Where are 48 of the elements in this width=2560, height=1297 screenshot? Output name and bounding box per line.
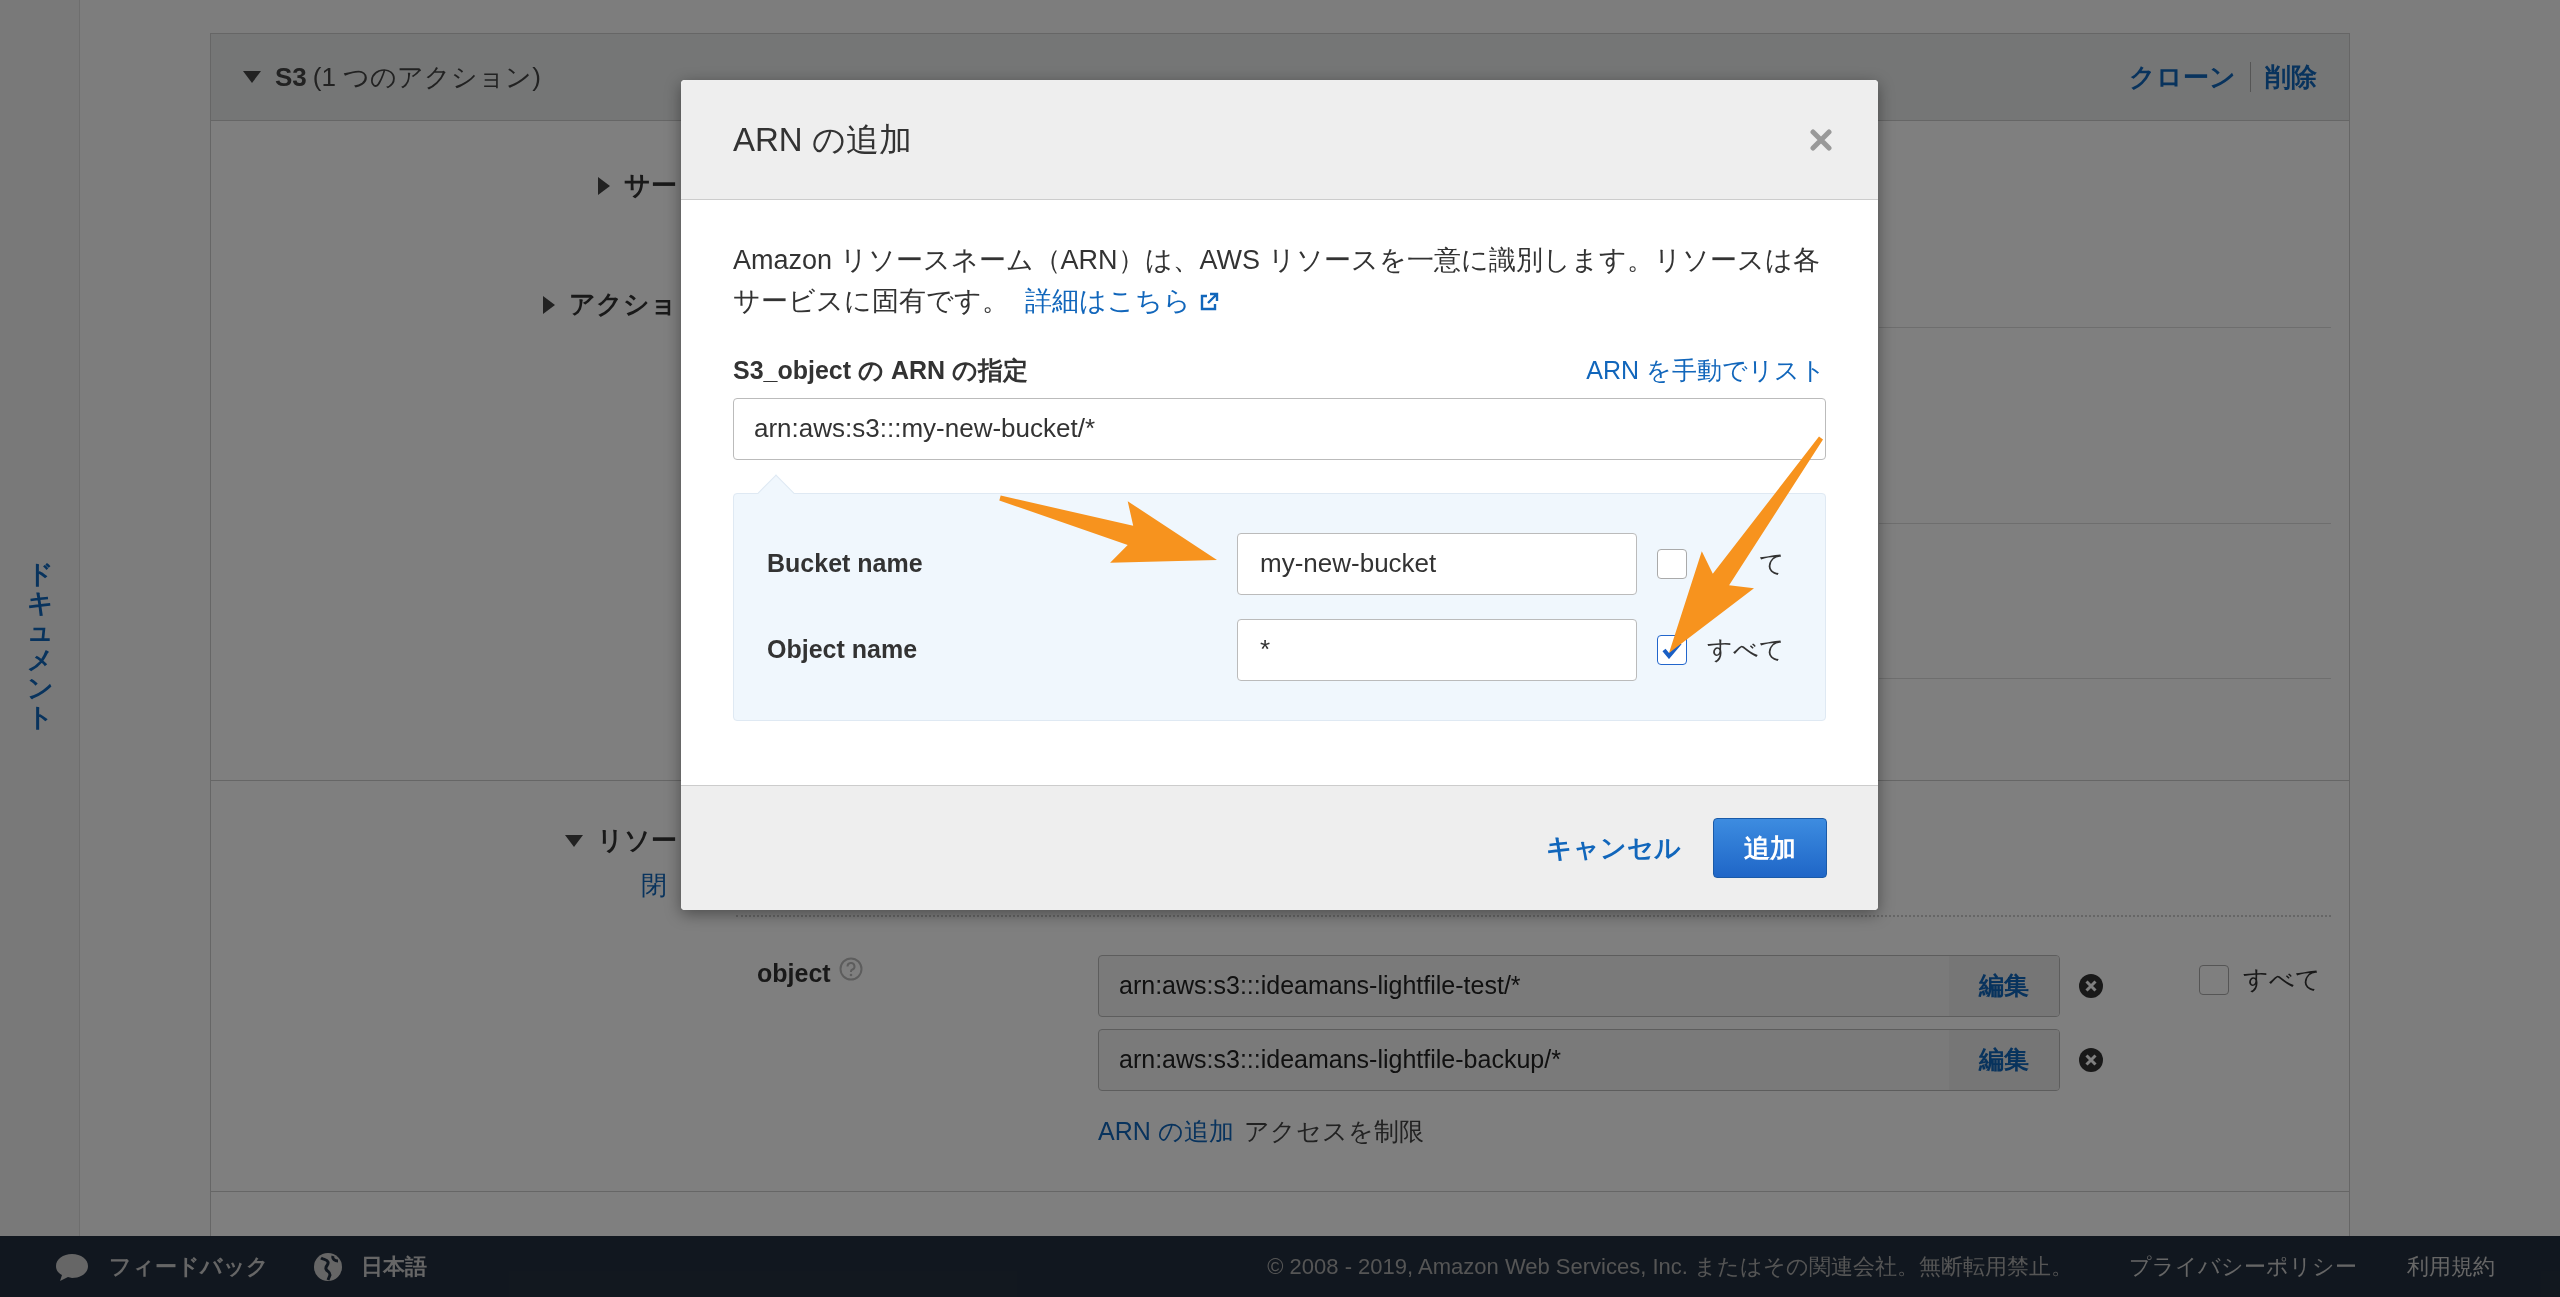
action-count: (1 つのアクション)	[312, 60, 541, 94]
caret-icon[interactable]	[543, 295, 555, 314]
description-text: Amazon リソースネーム（ARN）は、AWS リソースを一意に識別します。リソースは各サービスに固有です。 詳細はこちら	[733, 244, 1821, 318]
arn-input[interactable]: arn:aws:s3:::my-new-bucket/*	[733, 397, 1826, 460]
checkbox[interactable]	[2199, 965, 2229, 995]
checkbox-label: すべて	[2243, 964, 2321, 996]
arn-field[interactable]: arn:aws:s3:::ideamans-lightfile-test/* 編集	[1098, 955, 2060, 1017]
field-label: Bucket name	[767, 547, 924, 579]
checkbox[interactable]	[1657, 548, 1687, 579]
copyright-text: © 2008 - 2019, Amazon Web Services, Inc. またはその関連会社。無断転用禁止。	[1267, 1253, 2073, 1281]
text-input[interactable]: *	[1237, 618, 1637, 681]
caret-icon[interactable]	[598, 176, 610, 195]
remove-icon[interactable]	[2078, 1047, 2104, 1073]
modal-title: ARN の追加	[733, 119, 912, 160]
learn-more-link[interactable]: 詳細はこちら	[1025, 286, 1219, 316]
field-label: Object name	[767, 633, 919, 665]
add-button[interactable]: 追加	[1713, 818, 1827, 878]
speech-bubble-icon	[55, 1251, 89, 1282]
documentation-tab[interactable]: ドキュメント	[26, 560, 53, 732]
close-icon[interactable]	[1810, 128, 1832, 151]
resource-label: object	[757, 958, 831, 989]
section-title[interactable]: サー	[624, 166, 677, 205]
section-title[interactable]: アクショ	[569, 285, 677, 324]
external-link-icon	[1199, 292, 1219, 312]
edit-link[interactable]: 編集	[1949, 956, 2059, 1016]
caret-icon	[243, 71, 261, 83]
globe-icon	[313, 1251, 343, 1282]
manual-list-link[interactable]: ARN を手動でリスト	[1586, 352, 1826, 390]
remove-icon[interactable]	[2078, 973, 2104, 999]
delete-link[interactable]: 削除	[2265, 57, 2317, 97]
collapse-link[interactable]: 閉	[641, 870, 667, 900]
add-arn-text: ARN の追加 アクセスを制限	[1098, 1116, 1425, 1147]
feedback-link[interactable]: フィードバック	[109, 1250, 269, 1283]
field-label: S3_object の ARN の指定	[733, 355, 1029, 386]
clone-link[interactable]: クローン	[2129, 57, 2236, 97]
edit-link[interactable]: 編集	[1949, 1030, 2059, 1090]
section-title[interactable]: リソー	[597, 821, 677, 860]
caret-icon[interactable]	[565, 834, 583, 847]
language-selector[interactable]: 日本語	[361, 1250, 427, 1283]
cancel-button[interactable]: キャンセル	[1546, 828, 1681, 868]
service-name: S3	[275, 60, 307, 94]
text-input[interactable]: my-new-bucket	[1237, 532, 1637, 595]
checkbox-label: て	[1759, 547, 1785, 579]
add-arn-link[interactable]: ARN の追加	[1098, 1117, 1234, 1145]
arn-field[interactable]: arn:aws:s3:::ideamans-lightfile-backup/* 編集	[1098, 1029, 2060, 1091]
terms-link[interactable]: 利用規約	[2407, 1250, 2495, 1283]
checkbox-label: すべて	[1707, 633, 1785, 665]
privacy-link[interactable]: プライバシーポリシー	[2129, 1250, 2357, 1283]
